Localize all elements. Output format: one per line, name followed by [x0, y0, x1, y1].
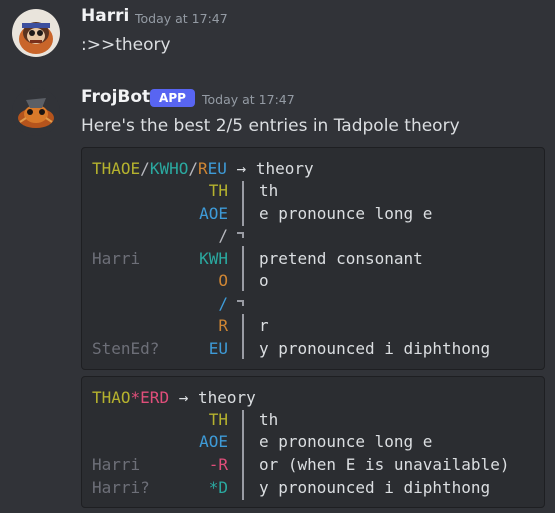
timestamp: Today at 17:47 — [202, 92, 295, 107]
translation-word: theory — [198, 388, 256, 407]
timestamp: Today at 17:47 — [135, 11, 228, 26]
stroke-label: EU — [208, 339, 228, 358]
author-label: StenEd? — [92, 339, 160, 358]
author-label: Harri? — [92, 478, 150, 497]
app-badge: APP — [150, 89, 195, 107]
stroke-label: AOE — [199, 432, 228, 451]
stroke-label: AOE — [199, 204, 228, 223]
stroke-label: TH — [208, 181, 228, 200]
stroke-separator: / — [140, 159, 150, 178]
stroke-description: o — [259, 271, 269, 290]
stroke-description: th — [259, 410, 279, 429]
stroke-description: e pronounce long e — [259, 432, 433, 451]
outline-part: THAO — [92, 388, 131, 407]
entry-code-block-2: THAO*ERD → theory TH th AOE e pronounce … — [81, 376, 545, 508]
stroke-description: r — [259, 316, 269, 335]
stroke-description: or (when E is unavailable) — [259, 455, 510, 474]
outline-part: R — [197, 159, 208, 178]
stroke-description: th — [259, 181, 279, 200]
arrow: → — [236, 159, 247, 178]
username-harri[interactable]: Harri — [81, 6, 129, 26]
entry-code-block-1: THAOE/KWHO/REU → theory TH th AOE e pron… — [81, 147, 545, 370]
bracket-bar — [237, 300, 244, 302]
message-text: Here's the best 2/5 entries in Tadpole t… — [81, 116, 460, 136]
outline-header: THAO*ERD → theory — [92, 388, 256, 407]
avatar-frojbot[interactable] — [12, 88, 60, 136]
author-label: Harri — [92, 455, 141, 474]
stroke-label: TH — [208, 410, 228, 429]
avatar-harri[interactable] — [12, 9, 60, 57]
message-text: :>>theory — [81, 35, 171, 55]
stroke-description: e pronounce long e — [259, 204, 433, 223]
author-label: Harri — [92, 249, 141, 268]
stroke-label: -R — [208, 455, 228, 474]
arrow: → — [178, 388, 189, 407]
translation-word: theory — [255, 159, 314, 178]
username-frojbot[interactable]: FrojBot — [81, 87, 150, 107]
outline-header: THAOE/KWHO/REU → theory — [92, 159, 314, 178]
bracket-bar — [242, 246, 244, 291]
outline-part: THAOE — [92, 159, 141, 178]
outline-part: * — [130, 388, 141, 407]
stroke-label: KWH — [199, 249, 228, 268]
outline-part: ERD — [140, 388, 170, 407]
outline-part: EU — [207, 159, 227, 178]
bracket-bar — [242, 410, 244, 500]
stroke-separator: / — [188, 159, 198, 178]
stroke-description: y pronounced i diphthong — [259, 339, 491, 358]
stroke-separator: / — [218, 294, 228, 313]
bracket-bar — [242, 314, 244, 359]
bracket-bar — [242, 181, 244, 226]
stroke-label: O — [218, 271, 228, 290]
outline-part: KWHO — [149, 159, 189, 178]
bracket-bar — [237, 232, 244, 234]
stroke-label: *D — [208, 478, 228, 497]
stroke-description: y pronounced i diphthong — [259, 478, 491, 497]
stroke-label: R — [218, 316, 228, 335]
stroke-separator: / — [218, 226, 228, 245]
stroke-description: pretend consonant — [259, 249, 423, 268]
